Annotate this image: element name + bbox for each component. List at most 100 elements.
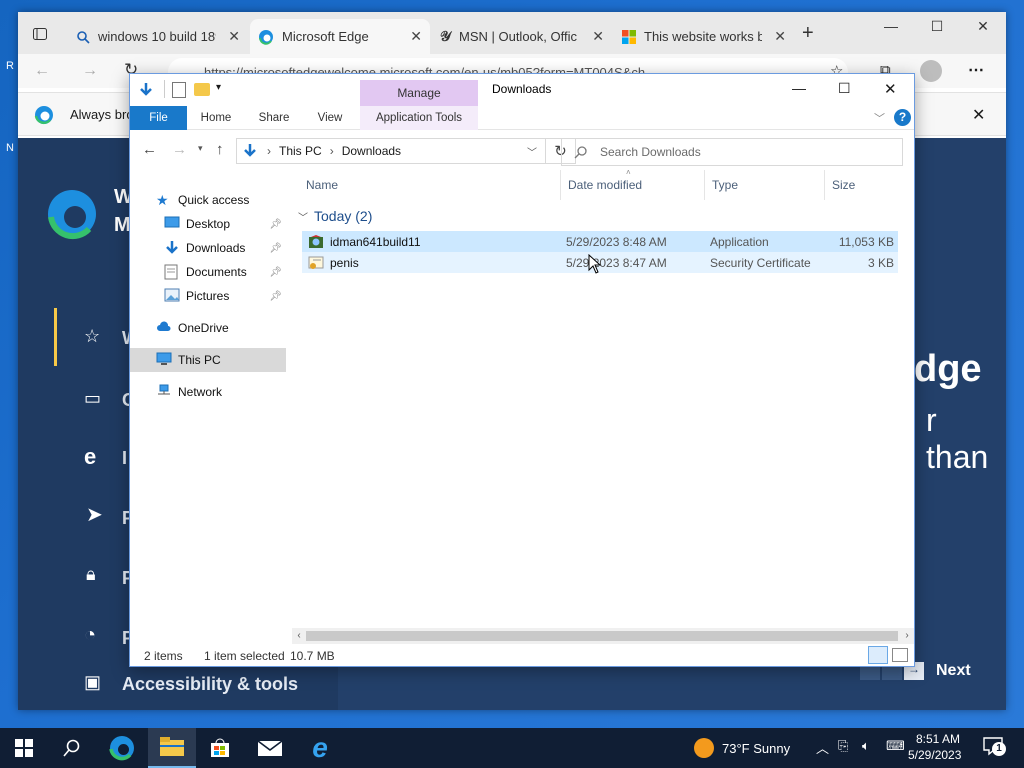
search-icon[interactable] (48, 728, 96, 768)
table-row[interactable]: idman641build11 5/29/2023 8:48 AM Applic… (302, 231, 898, 252)
welcome-sub-text: r than (926, 402, 989, 475)
clock[interactable]: 8:51 AM 5/29/2023 (908, 732, 961, 762)
file-name: idman641build11 (330, 234, 421, 249)
back-icon[interactable]: ← (34, 62, 50, 80)
tab-actions-icon[interactable] (32, 26, 48, 42)
details-view-icon[interactable] (868, 646, 888, 664)
file-explorer-window: ▾ Manage Downloads — ☐ ✕ File Home Share… (129, 73, 915, 667)
group-header-today[interactable]: ﹀ Today (2) (298, 208, 372, 224)
nav-documents[interactable]: Documents 📌︎ (130, 260, 286, 284)
edge-logo-icon (46, 188, 98, 240)
pin-icon[interactable]: 📌︎ (269, 219, 282, 230)
tab-home[interactable]: Home (192, 106, 240, 130)
new-folder-icon[interactable] (194, 83, 210, 96)
search-icon (574, 145, 588, 159)
breadcrumb-downloads[interactable]: Downloads (342, 144, 401, 158)
properties-icon[interactable] (172, 82, 186, 98)
close-tab-icon[interactable]: ✕ (592, 28, 604, 45)
new-tab-icon[interactable]: + (802, 22, 814, 45)
close-icon[interactable]: ✕ (960, 12, 1006, 40)
weather-text: 73°F Sunny (722, 740, 791, 756)
address-dropdown-icon[interactable]: ﹀ (527, 144, 537, 159)
tab-view[interactable]: View (308, 106, 352, 130)
weather-widget[interactable]: 73°F Sunny (694, 738, 790, 758)
col-name[interactable]: Name (306, 170, 338, 200)
forward-icon[interactable]: → (172, 141, 187, 158)
network-icon[interactable]: ⎘ (838, 738, 848, 754)
up-icon[interactable]: ↑ (216, 141, 224, 158)
volume-icon[interactable]: 🔈︎ (862, 738, 870, 754)
back-icon[interactable]: ← (142, 141, 157, 158)
close-info-icon[interactable]: ✕ (972, 105, 985, 125)
close-icon[interactable]: ✕ (884, 80, 897, 98)
active-indicator (54, 308, 57, 366)
nav-desktop[interactable]: Desktop 📌︎ (130, 212, 286, 236)
pin-icon[interactable]: 📌︎ (269, 291, 282, 302)
tab-file[interactable]: File (130, 106, 187, 130)
downloads-arrow-icon (138, 82, 154, 98)
forward-icon[interactable]: → (82, 62, 98, 80)
pictures-icon (164, 288, 180, 304)
expand-ribbon-icon[interactable]: ﹀ (874, 110, 885, 126)
breadcrumb-this-pc[interactable]: This PC (279, 144, 322, 158)
scroll-right-icon[interactable]: › (900, 630, 914, 641)
minimize-icon[interactable]: — (868, 12, 914, 40)
taskbar-file-explorer-icon[interactable] (148, 728, 196, 768)
edge-logo-icon (34, 105, 54, 125)
close-tab-icon[interactable]: ✕ (228, 28, 240, 45)
notifications-icon[interactable]: 1 (982, 736, 1008, 758)
profile-avatar[interactable] (920, 60, 942, 82)
pin-icon[interactable]: 📌︎ (269, 267, 282, 278)
start-button[interactable] (0, 728, 48, 768)
tab-website-works[interactable]: This website works be ✕ (614, 19, 794, 54)
scrollbar-thumb[interactable] (306, 631, 898, 641)
tab-application-tools[interactable]: Application Tools (360, 106, 478, 130)
cloud-icon (156, 320, 172, 336)
nav-downloads[interactable]: Downloads 📌︎ (130, 236, 286, 260)
pin-icon[interactable]: 📌︎ (269, 243, 282, 254)
taskbar-store-icon[interactable] (196, 728, 244, 768)
accessibility-tools-item[interactable]: Accessibility & tools (122, 674, 298, 695)
status-selected: 1 item selected (204, 649, 285, 663)
help-icon[interactable]: ? (894, 109, 911, 126)
col-size[interactable]: Size (832, 170, 855, 200)
tab-msn[interactable]: 𝒴 MSN | Outlook, Office ✕ (432, 19, 612, 54)
taskbar-edge-icon[interactable] (98, 728, 146, 768)
certificate-icon (308, 255, 324, 271)
col-type[interactable]: Type (712, 170, 738, 200)
minimize-icon[interactable]: — (792, 80, 806, 96)
desktop-icon (164, 216, 180, 232)
close-tab-icon[interactable]: ✕ (410, 28, 422, 45)
maximize-icon[interactable]: ☐ (838, 80, 851, 97)
toolbox-icon: ▣ (84, 672, 102, 692)
qat-dropdown-icon[interactable]: ▾ (216, 82, 221, 93)
tab-microsoft-edge[interactable]: Microsoft Edge ✕ (250, 19, 430, 54)
next-button[interactable]: Next (936, 662, 971, 680)
scroll-left-icon[interactable]: ‹ (292, 630, 306, 641)
file-size: 3 KB (867, 255, 894, 270)
taskbar-mail-icon[interactable] (246, 728, 294, 768)
manage-tab[interactable]: Manage (360, 80, 478, 106)
navigation-pane: ★ Quick access Desktop 📌︎ Downloads 📌︎ Docu… (130, 170, 288, 640)
horizontal-scrollbar[interactable]: ‹ › (292, 628, 914, 644)
nav-quick-access[interactable]: ★ Quick access (130, 188, 286, 212)
breadcrumb[interactable]: › This PC › Downloads ﹀ (236, 138, 546, 164)
close-tab-icon[interactable]: ✕ (774, 28, 786, 45)
more-menu-icon[interactable]: ⋯ (968, 60, 984, 80)
nav-this-pc[interactable]: This PC (130, 348, 286, 372)
show-hidden-icons-icon[interactable]: ︿ (816, 738, 829, 757)
maximize-icon[interactable]: ☐ (914, 12, 960, 40)
large-icons-view-icon[interactable] (892, 648, 908, 662)
col-date-modified[interactable]: Date modified (568, 170, 642, 200)
tab-search[interactable]: windows 10 build 189 ✕ (68, 19, 248, 54)
nav-onedrive[interactable]: OneDrive (130, 316, 286, 340)
language-icon[interactable]: ⌨︎ (886, 738, 905, 754)
nav-network[interactable]: Network (130, 380, 286, 404)
recent-locations-icon[interactable]: ▾ (198, 143, 203, 154)
taskbar-ie-icon[interactable]: e (296, 728, 344, 768)
side-item-3[interactable]: I (122, 448, 127, 469)
search-input[interactable]: Search Downloads (561, 138, 903, 166)
tab-share[interactable]: Share (252, 106, 296, 130)
nav-pictures[interactable]: Pictures 📌︎ (130, 284, 286, 308)
ribbon-tabs: File Home Share View Application Tools ﹀… (130, 106, 914, 130)
